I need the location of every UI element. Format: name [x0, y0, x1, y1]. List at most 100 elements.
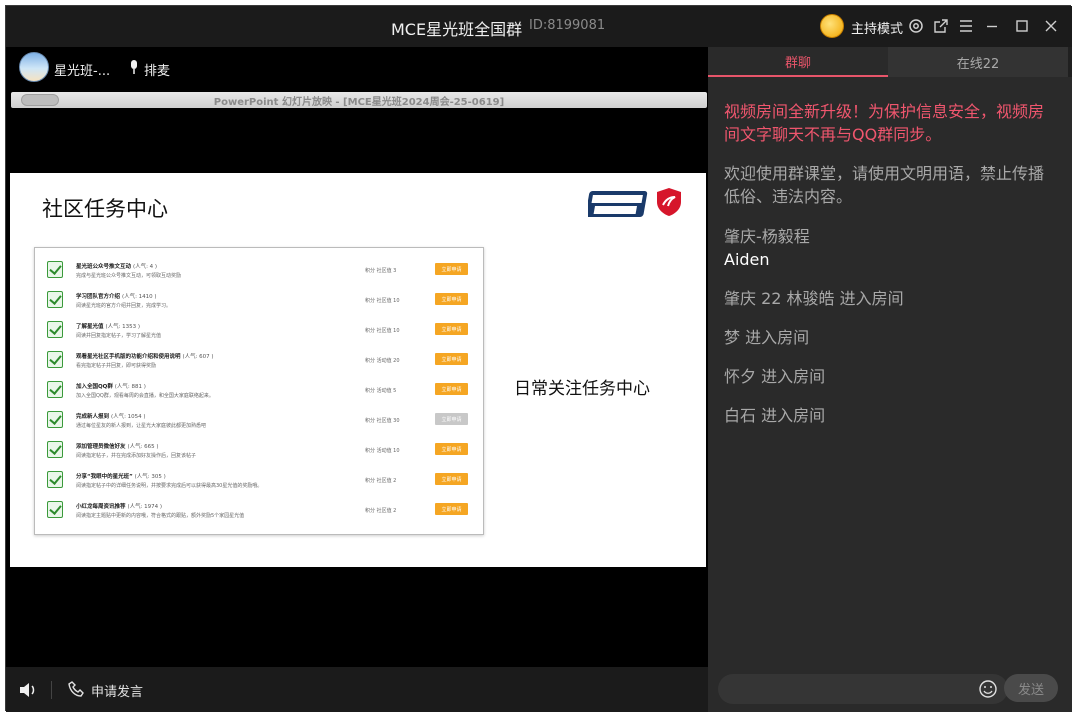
task-title: 了解星光值	[76, 324, 104, 330]
ppt-titlebar: PowerPoint 幻灯片放映 - [MCE星光班2024周会-25-0619…	[11, 92, 707, 108]
chat-panel: 群聊 在线22 视频房间全新升级！为保护信息安全，视频房间文字聊天不再与QQ群同…	[708, 47, 1072, 712]
task-description: 阅读星光班的官方介绍并回复，完成学习。	[76, 303, 172, 309]
welcome-message: 欢迎使用群课堂，请使用文明用语，禁止传播低俗、违法内容。	[724, 164, 1045, 206]
task-apply-button[interactable]: 立即申请	[435, 473, 468, 485]
task-name: 完成新人报到 (人气: 1054 )	[76, 412, 146, 420]
task-popularity: (人气: 1054 )	[110, 414, 146, 420]
task-row: 学习团队官方介绍 (人气: 1410 ) 阅读星光班的官方介绍并回复，完成学习。 积…	[35, 286, 483, 316]
ppt-title: PowerPoint 幻灯片放映 - [MCE星光班2024周会-25-0619…	[213, 97, 505, 108]
task-score: 积分 社区值 30	[365, 418, 400, 424]
task-popularity: (人气: 665 )	[127, 444, 159, 450]
task-description: 阅读指定主题贴中更新的内容哦，符合格式的跟贴，额外奖励5个家园星光值	[76, 513, 245, 519]
task-row: 分享“我眼中的星光班” (人气: 305 ) 阅读指定帖子中的详细任务说明，并按要…	[35, 466, 483, 496]
queue-mic-button[interactable]: 排麦	[144, 60, 170, 79]
task-score: 积分 社区值 3	[365, 268, 397, 274]
host-avatar[interactable]	[820, 14, 844, 38]
apply-speak-button[interactable]: 申请发言	[91, 681, 143, 700]
task-apply-button[interactable]: 立即申请	[435, 383, 468, 395]
task-score: 积分 社区值 10	[365, 298, 400, 304]
emoji-icon[interactable]	[978, 679, 998, 699]
task-popularity: (人气: 881 )	[114, 384, 146, 390]
task-row: 添加管理员微信好友 (人气: 665 ) 阅读指定帖子，并在完成添加好友操作后，回…	[35, 436, 483, 466]
task-check-icon	[47, 441, 63, 458]
host-mode-label[interactable]: 主持模式	[851, 18, 903, 37]
settings-icon[interactable]	[906, 16, 926, 36]
tab-online[interactable]: 在线22	[888, 47, 1068, 77]
task-description: 完成与星光班公众号推文互动，可领取互动奖励	[76, 273, 182, 279]
task-popularity: (人气: 1410 )	[121, 294, 157, 300]
slide-title: 社区任务中心	[42, 197, 168, 221]
task-score: 积分 活动值 5	[365, 388, 397, 394]
message-text: Aiden	[724, 250, 770, 269]
task-title: 加入全国QQ群	[76, 384, 113, 390]
task-row: 星光班公众号推文互动 (人气: 4 ) 完成与星光班公众号推文互动，可领取互动奖励…	[35, 256, 483, 286]
task-name: 学习团队官方介绍 (人气: 1410 )	[76, 292, 157, 300]
task-check-icon	[47, 321, 63, 338]
join-message: 梦 进入房间	[724, 328, 810, 347]
task-apply-button[interactable]: 立即申请	[435, 503, 468, 515]
task-popularity: (人气: 1353 )	[105, 324, 141, 330]
task-check-icon	[47, 471, 63, 488]
task-description: 阅读并回复指定帖子，学习了解星光值	[76, 333, 162, 339]
task-score: 积分 社区值 2	[365, 478, 397, 484]
task-check-icon	[47, 411, 63, 428]
task-row: 小红龙每周资讯推荐 (人气: 1974 ) 阅读指定主题贴中更新的内容哦，符合格式…	[35, 496, 483, 526]
task-apply-button[interactable]: 立即申请	[435, 293, 468, 305]
minimize-icon[interactable]	[982, 16, 1002, 36]
title-bar: MCE星光班全国群 ID:8199081 主持模式	[6, 6, 1072, 47]
maximize-icon[interactable]	[1012, 16, 1032, 36]
slide-side-text: 日常关注任务中心	[514, 379, 650, 399]
task-name: 了解星光值 (人气: 1353 )	[76, 322, 140, 330]
join-message: 怀夕 进入房间	[724, 367, 826, 386]
task-name: 小红龙每周资讯推荐 (人气: 1974 )	[76, 502, 162, 510]
task-apply-button[interactable]: 立即申请	[435, 323, 468, 335]
send-button[interactable]: 发送	[1004, 674, 1058, 702]
join-message: 肇庆 22 林骏皓 进入房间	[724, 289, 904, 308]
app-window: MCE星光班全国群 ID:8199081 主持模式 星光班-... 排麦 Pow…	[5, 5, 1072, 712]
presentation-slide: 社区任务中心 日常关注任务中心 星光班公众号推文互动 (人气: 4 ) 完成与星光…	[10, 173, 706, 567]
close-icon[interactable]	[1041, 16, 1061, 36]
task-apply-button[interactable]: 立即申请	[435, 263, 468, 275]
task-title: 添加管理员微信好友	[76, 444, 126, 450]
task-row: 完成新人报到 (人气: 1054 ) 通过每位星友的新人报到，让星光大家庭彼此都更…	[35, 406, 483, 436]
window-title: MCE星光班全国群	[391, 20, 523, 39]
task-row: 加入全国QQ群 (人气: 881 ) 加入全国QQ群，观看每周的会直播，和全国大家…	[35, 376, 483, 406]
task-check-icon	[47, 261, 63, 278]
room-avatar[interactable]	[19, 52, 49, 82]
task-apply-button[interactable]: 立即申请	[435, 413, 468, 425]
menu-icon[interactable]	[956, 16, 976, 36]
task-popularity: (人气: 4 )	[132, 264, 158, 270]
task-title: 小红龙每周资讯推荐	[76, 504, 126, 510]
task-apply-button[interactable]: 立即申请	[435, 443, 468, 455]
task-name: 星光班公众号推文互动 (人气: 4 )	[76, 262, 157, 270]
game-logo-icon	[588, 191, 648, 217]
popout-icon[interactable]	[931, 16, 951, 36]
chat-tabs: 群聊 在线22	[708, 47, 1072, 77]
task-description: 加入全国QQ群，观看每周的会直播，和全国大家庭联络起来。	[76, 393, 214, 399]
phone-icon[interactable]	[68, 680, 86, 698]
task-row: 观看星光社区手机版的功能介绍和使用说明 (人气: 607 ) 看完指定帖子并回复，…	[35, 346, 483, 376]
task-name: 观看星光社区手机版的功能介绍和使用说明 (人气: 607 )	[76, 352, 214, 360]
task-description: 通过每位星友的新人报到，让星光大家庭彼此都更加熟悉吧	[76, 423, 207, 429]
task-check-icon	[47, 351, 63, 368]
microphone-icon[interactable]	[128, 59, 140, 75]
task-list: 星光班公众号推文互动 (人气: 4 ) 完成与星光班公众号推文互动，可领取互动奖励…	[34, 247, 484, 535]
task-score: 积分 社区值 2	[365, 508, 397, 514]
join-message: 白石 进入房间	[724, 406, 826, 425]
task-description: 阅读指定帖子中的详细任务说明，并按要求完成后可以获得最高30星光值的奖励哦。	[76, 483, 263, 489]
tab-group-chat[interactable]: 群聊	[708, 47, 888, 77]
chat-input[interactable]	[718, 674, 1008, 704]
task-title: 完成新人报到	[76, 414, 110, 420]
task-apply-button[interactable]: 立即申请	[435, 353, 468, 365]
video-area: 星光班-... 排麦 PowerPoint 幻灯片放映 - [MCE星光班202…	[6, 47, 708, 667]
speaker-icon[interactable]	[18, 681, 38, 699]
message-sender: 肇庆-杨毅程	[724, 227, 810, 246]
system-notice: 视频房间全新升级！为保护信息安全，视频房间文字聊天不再与QQ群同步。	[724, 102, 1045, 144]
task-score: 积分 活动值 20	[365, 358, 400, 364]
room-name[interactable]: 星光班-...	[54, 60, 110, 79]
task-popularity: (人气: 305 )	[134, 474, 166, 480]
task-score: 积分 社区值 10	[365, 328, 400, 334]
toolbar-divider	[51, 681, 52, 699]
bottom-toolbar: 申请发言	[6, 667, 708, 712]
task-name: 加入全国QQ群 (人气: 881 )	[76, 382, 146, 390]
